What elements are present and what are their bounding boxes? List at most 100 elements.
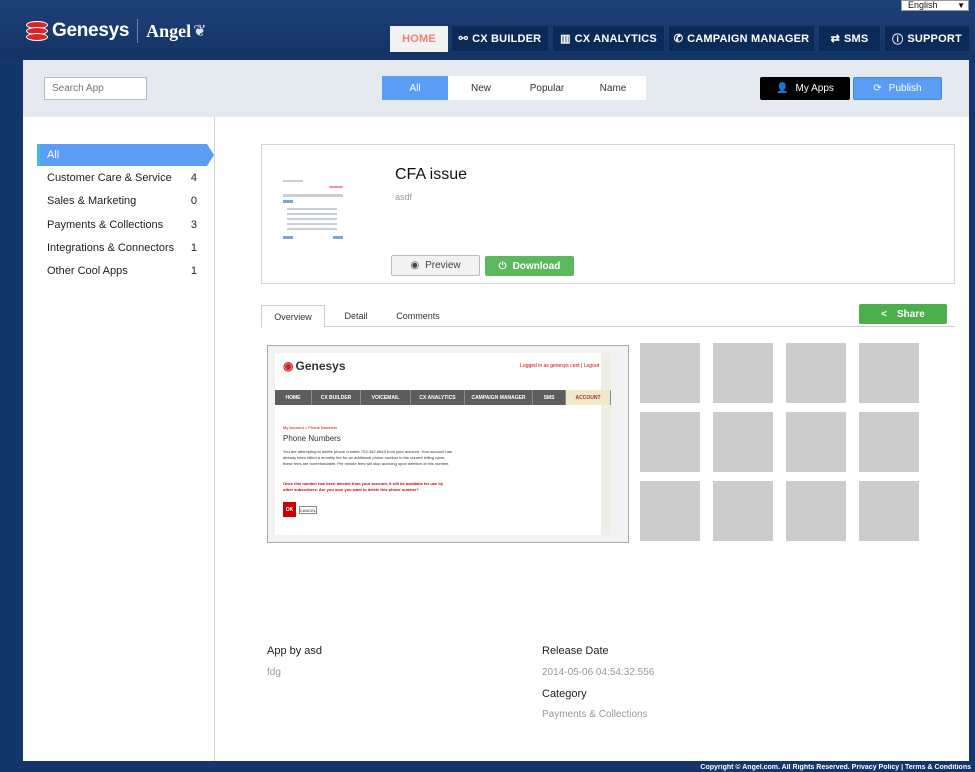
category-label: Category bbox=[542, 688, 587, 700]
tab-campaign-manager-label: CAMPAIGN MANAGER bbox=[687, 32, 810, 45]
release-date-label: Release Date bbox=[542, 645, 609, 657]
chevron-down-icon: ▼ bbox=[957, 1, 965, 10]
logo-divider bbox=[137, 19, 139, 43]
tab-comments[interactable]: Comments bbox=[387, 305, 449, 327]
sms-icon: ⇄ bbox=[830, 33, 840, 45]
screenshot-nav-item: ACCOUNT bbox=[566, 390, 611, 405]
screenshot-nav-item: SMS bbox=[533, 390, 566, 405]
upload-icon: ⟳ bbox=[873, 83, 882, 94]
genesys-angel-logo[interactable]: Genesys Angel ❦ bbox=[26, 16, 207, 46]
brand-name: Genesys bbox=[52, 20, 130, 41]
app-card: CFA issue asdf ◉ Preview ⏻ Download bbox=[261, 144, 955, 284]
bar-chart-icon: ▥ bbox=[560, 33, 571, 45]
tab-support-label: SUPPORT bbox=[907, 32, 962, 45]
category-label: Payments & Collections bbox=[47, 219, 164, 231]
screenshot-logo-text: Genesys bbox=[295, 359, 346, 373]
category-value: Payments & Collections bbox=[542, 709, 648, 720]
app-by-label: App by asd bbox=[267, 645, 323, 657]
eye-icon: ◉ bbox=[410, 260, 420, 271]
screenshot-thumb[interactable] bbox=[859, 412, 919, 472]
filter-group: All New Popular Name bbox=[382, 76, 646, 100]
screenshot-thumb[interactable] bbox=[640, 343, 700, 403]
category-integrations[interactable]: Integrations & Connectors 1 bbox=[37, 237, 207, 259]
tab-support[interactable]: ⓘ SUPPORT bbox=[885, 26, 969, 51]
screenshot-cancel-button: CANCEL bbox=[299, 506, 317, 514]
filter-all[interactable]: All bbox=[382, 76, 448, 100]
footer: Copyright © Angel.com. All Rights Reserv… bbox=[700, 764, 971, 771]
tab-cx-builder[interactable]: ⚯ CX BUILDER bbox=[452, 26, 548, 51]
category-customer-care[interactable]: Customer Care & Service 4 bbox=[37, 167, 207, 189]
share-button[interactable]: < Share bbox=[859, 304, 947, 324]
toolbar: All New Popular Name 👤 My Apps ⟳ Publish bbox=[23, 60, 969, 117]
tab-home[interactable]: HOME bbox=[390, 26, 448, 52]
screenshot-nav-item: HOME bbox=[275, 390, 312, 405]
share-icon: < bbox=[881, 308, 888, 320]
detail-tabs: Overview Detail Comments bbox=[261, 304, 955, 328]
screenshot-nav-item: CX BUILDER bbox=[312, 390, 361, 405]
category-all[interactable]: All bbox=[37, 144, 214, 166]
main-panel: All Customer Care & Service 4 Sales & Ma… bbox=[23, 117, 969, 761]
app-title: CFA issue bbox=[395, 166, 468, 183]
publish-label: Publish bbox=[888, 83, 922, 94]
screenshot-content: ◉ Genesys Logged in as genesys cent | Log… bbox=[275, 353, 611, 535]
power-icon: ⏻ bbox=[498, 260, 507, 272]
filter-popular[interactable]: Popular bbox=[514, 76, 580, 100]
app-screenshot-main[interactable]: ◉ Genesys Logged in as genesys cent | Log… bbox=[267, 345, 629, 543]
tab-home-label: HOME bbox=[402, 33, 436, 45]
tab-detail[interactable]: Detail bbox=[329, 305, 383, 327]
category-payments-collections[interactable]: Payments & Collections 3 bbox=[37, 214, 207, 236]
category-label: Customer Care & Service bbox=[47, 172, 172, 184]
info-icon: ⓘ bbox=[892, 33, 904, 46]
screenshot-thumb[interactable] bbox=[859, 481, 919, 541]
screenshot-thumb[interactable] bbox=[640, 412, 700, 472]
screenshot-thumb[interactable] bbox=[786, 481, 846, 541]
category-sales-marketing[interactable]: Sales & Marketing 0 bbox=[37, 190, 207, 212]
download-label: Download bbox=[512, 260, 561, 272]
screenshot-warning: Once this number has been deleted from y… bbox=[283, 481, 444, 492]
language-select[interactable]: English ▼ bbox=[901, 0, 969, 11]
feather-icon: ❦ bbox=[193, 23, 207, 40]
screenshot-paragraph: You are attempting to delete phone numbe… bbox=[283, 449, 452, 466]
tab-campaign-manager[interactable]: ✆ CAMPAIGN MANAGER bbox=[669, 26, 814, 51]
download-button[interactable]: ⏻ Download bbox=[485, 256, 574, 276]
filter-new[interactable]: New bbox=[448, 76, 514, 100]
screenshot-nav: HOME CX BUILDER VOICEMAIL CX ANALYTICS C… bbox=[275, 390, 611, 405]
screenshot-thumb[interactable] bbox=[713, 343, 773, 403]
app-thumbnail[interactable] bbox=[283, 180, 345, 242]
release-date-value: 2014-05-06 04:54:32.556 bbox=[542, 667, 655, 678]
my-apps-button[interactable]: 👤 My Apps bbox=[760, 77, 850, 100]
genesys-disc-icon bbox=[26, 21, 48, 41]
my-apps-label: My Apps bbox=[795, 83, 834, 94]
category-label: Sales & Marketing bbox=[47, 195, 137, 207]
screenshot-thumb[interactable] bbox=[713, 412, 773, 472]
screenshot-thumb[interactable] bbox=[859, 343, 919, 403]
screenshot-heading: Phone Numbers bbox=[283, 434, 341, 443]
category-count: 4 bbox=[190, 172, 197, 184]
screenshot-thumb[interactable] bbox=[640, 481, 700, 541]
share-nodes-icon: ⚯ bbox=[458, 33, 469, 45]
publish-button[interactable]: ⟳ Publish bbox=[853, 77, 942, 100]
filter-name[interactable]: Name bbox=[580, 76, 646, 100]
category-other-cool-apps[interactable]: Other Cool Apps 1 bbox=[37, 260, 207, 282]
language-selected: English bbox=[908, 0, 938, 10]
tab-cx-analytics-label: CX ANALYTICS bbox=[574, 32, 657, 45]
category-label: All bbox=[47, 149, 60, 161]
screenshot-nav-item: VOICEMAIL bbox=[361, 390, 411, 405]
preview-button[interactable]: ◉ Preview bbox=[391, 255, 480, 276]
category-count: 3 bbox=[190, 219, 197, 231]
genesys-disc-icon: ◉ bbox=[283, 359, 294, 373]
tab-cx-analytics[interactable]: ▥ CX ANALYTICS bbox=[553, 26, 664, 51]
tab-overview[interactable]: Overview bbox=[261, 305, 325, 328]
brand-sub: Angel bbox=[146, 20, 192, 41]
screenshot-thumb[interactable] bbox=[713, 481, 773, 541]
search-input[interactable] bbox=[44, 77, 147, 100]
tab-sms[interactable]: ⇄ SMS bbox=[819, 26, 880, 51]
category-sidebar: All Customer Care & Service 4 Sales & Ma… bbox=[23, 117, 215, 761]
app-description: asdf bbox=[395, 192, 413, 202]
share-label: Share bbox=[897, 308, 925, 320]
user-icon: 👤 bbox=[776, 83, 789, 94]
category-count: 1 bbox=[190, 265, 197, 277]
screenshot-nav-item: CX ANALYTICS bbox=[411, 390, 465, 405]
screenshot-thumb[interactable] bbox=[786, 343, 846, 403]
screenshot-thumb[interactable] bbox=[786, 412, 846, 472]
